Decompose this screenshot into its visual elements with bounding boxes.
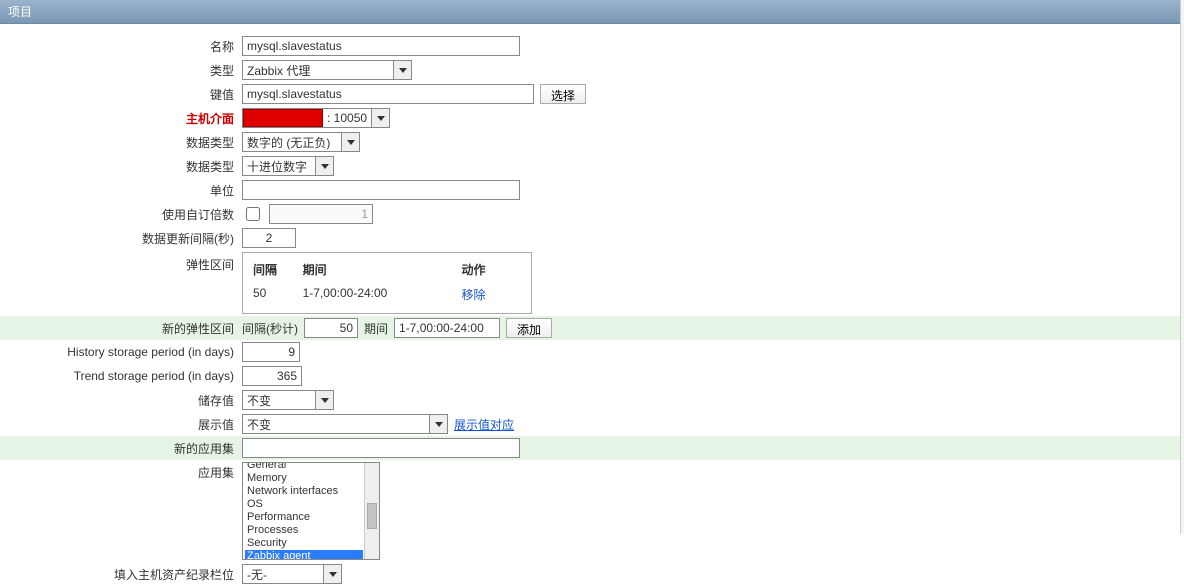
newflex-interval-input[interactable]: [304, 318, 358, 338]
chevron-down-icon: [371, 109, 389, 127]
type-select[interactable]: Zabbix 代理: [242, 60, 412, 80]
label-units: 单位: [0, 182, 242, 199]
inventory-select[interactable]: -无-: [242, 564, 342, 584]
label-flex: 弹性区间: [0, 252, 242, 273]
label-name: 名称: [0, 38, 242, 55]
show-value: 不变: [243, 416, 293, 433]
key-input[interactable]: [242, 84, 534, 104]
item-form: 名称 类型 Zabbix 代理 键值 选择 主机介面 : 10050: [0, 24, 1184, 586]
apps-list-item[interactable]: Network interfaces: [245, 485, 363, 498]
label-type: 类型: [0, 62, 242, 79]
trend-input[interactable]: [242, 366, 302, 386]
chevron-down-icon: [323, 565, 341, 583]
label-trend: Trend storage period (in days): [0, 369, 242, 383]
apps-list-item[interactable]: Zabbix agent: [245, 550, 363, 560]
label-key: 键值: [0, 86, 242, 103]
show-select[interactable]: 不变: [242, 414, 448, 434]
interval-input[interactable]: [242, 228, 296, 248]
apps-list-item[interactable]: Security: [245, 537, 363, 550]
host-interface-port: : 10050: [323, 111, 371, 125]
apps-listbox[interactable]: GeneralMemoryNetwork interfacesOSPerform…: [242, 462, 380, 560]
label-show: 展示值: [0, 416, 242, 433]
label-store: 储存值: [0, 392, 242, 409]
apps-list-item[interactable]: General: [245, 462, 363, 472]
store-select[interactable]: 不变: [242, 390, 334, 410]
chevron-down-icon: [393, 61, 411, 79]
history-input[interactable]: [242, 342, 300, 362]
right-border: [1180, 0, 1184, 534]
multiplier-checkbox[interactable]: [246, 207, 260, 221]
newflex-period-label: 期间: [364, 320, 388, 337]
chevron-down-icon: [315, 391, 333, 409]
inventory-value: -无-: [243, 566, 289, 583]
apps-list-item[interactable]: Processes: [245, 524, 363, 537]
label-newapp: 新的应用集: [0, 440, 242, 457]
label-history: History storage period (in days): [0, 345, 242, 359]
label-newflex: 新的弹性区间: [0, 320, 242, 337]
info-type-value: 数字的 (无正负): [243, 134, 352, 151]
newflex-period-input[interactable]: [394, 318, 500, 338]
flex-row-remove-link[interactable]: 移除: [461, 286, 521, 303]
label-interval: 数据更新间隔(秒): [0, 230, 242, 247]
flex-row-period: 1-7,00:00-24:00: [303, 286, 462, 303]
label-info-type: 数据类型: [0, 134, 242, 151]
chevron-down-icon: [341, 133, 359, 151]
name-input[interactable]: [242, 36, 520, 56]
units-input[interactable]: [242, 180, 520, 200]
select-key-button[interactable]: 选择: [540, 84, 586, 104]
label-data-type: 数据类型: [0, 158, 242, 175]
type-select-value: Zabbix 代理: [243, 62, 332, 79]
label-hostif: 主机介面: [0, 110, 242, 127]
flex-hdr-action: 动作: [461, 261, 521, 278]
label-apps: 应用集: [0, 462, 242, 481]
flex-row-interval: 50: [253, 286, 303, 303]
show-value-mapping-link[interactable]: 展示值对应: [454, 416, 514, 433]
flex-hdr-period: 期间: [303, 261, 462, 278]
newflex-add-button[interactable]: 添加: [506, 318, 552, 338]
flex-row: 50 1-7,00:00-24:00 移除: [253, 282, 521, 303]
scrollbar[interactable]: [364, 463, 379, 559]
apps-list-item[interactable]: Memory: [245, 472, 363, 485]
flex-hdr-interval: 间隔: [253, 261, 303, 278]
label-multiplier: 使用自订倍数: [0, 206, 242, 223]
panel-title: 项目: [0, 0, 1184, 24]
chevron-down-icon: [315, 157, 333, 175]
flex-intervals-table: 间隔 期间 动作 50 1-7,00:00-24:00 移除: [242, 252, 532, 314]
host-interface-missing: [243, 109, 323, 127]
label-inventory: 填入主机资产纪录栏位: [0, 566, 242, 583]
apps-list-item[interactable]: OS: [245, 498, 363, 511]
newflex-interval-label: 间隔(秒计): [242, 320, 298, 337]
newapp-input[interactable]: [242, 438, 520, 458]
data-type-select[interactable]: 十进位数字: [242, 156, 334, 176]
multiplier-input: [269, 204, 373, 224]
info-type-select[interactable]: 数字的 (无正负): [242, 132, 360, 152]
apps-list-item[interactable]: Performance: [245, 511, 363, 524]
chevron-down-icon: [429, 415, 447, 433]
host-interface-select[interactable]: : 10050: [242, 108, 390, 128]
store-value: 不变: [243, 392, 293, 409]
